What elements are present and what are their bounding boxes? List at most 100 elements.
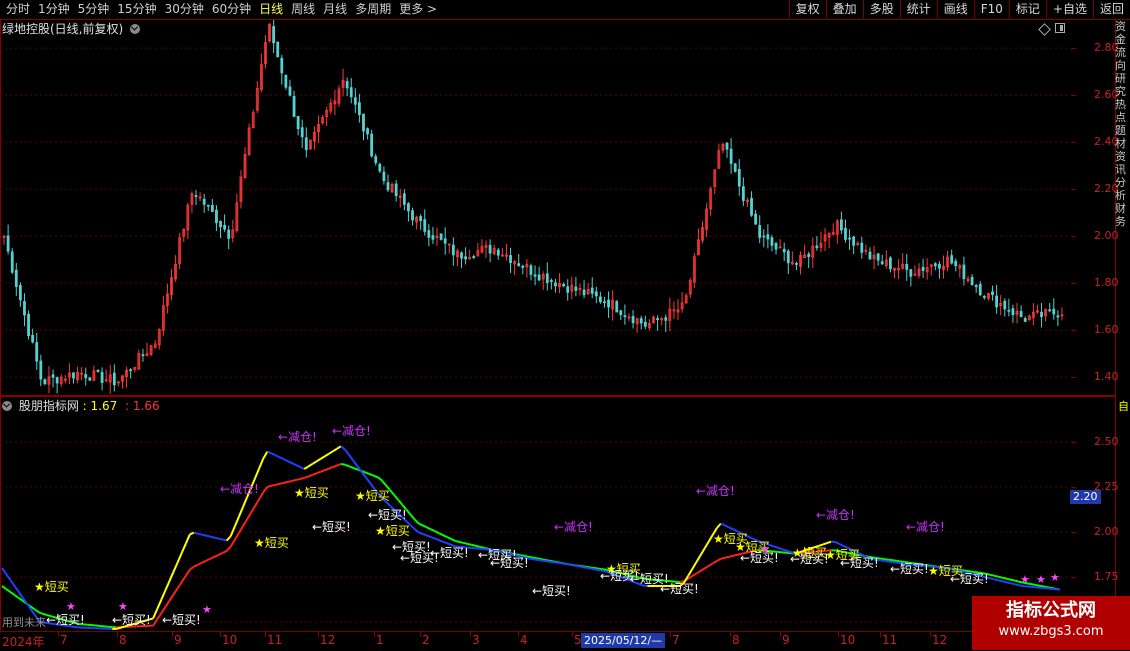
month-label-16: 12 — [932, 633, 947, 647]
period-tab-9[interactable]: 多周期 — [351, 1, 395, 18]
candle-body — [1041, 312, 1043, 316]
fast-line-segment — [827, 542, 831, 543]
month-label-11: 7 — [672, 633, 680, 647]
toolbar-action-2[interactable]: 多股 — [863, 0, 900, 18]
slow-line-segment — [227, 547, 231, 551]
buy-excl-label-13: ←短买! — [660, 582, 699, 596]
fast-line-segment — [705, 542, 709, 549]
period-tab-2[interactable]: 5分钟 — [74, 1, 114, 18]
fast-line-segment — [839, 544, 843, 546]
candlestick-chart[interactable] — [0, 20, 1070, 396]
toolbar-action-7[interactable]: +自选 — [1046, 0, 1093, 18]
month-label-3: 10 — [222, 633, 237, 647]
slow-line-segment — [378, 477, 382, 480]
period-tab-8[interactable]: 月线 — [319, 1, 351, 18]
month-label-8: 3 — [472, 633, 480, 647]
slow-line-segment — [292, 480, 296, 481]
candle-body — [97, 370, 99, 371]
slow-line-segment — [349, 466, 353, 468]
slow-line-segment — [259, 492, 263, 499]
fast-line-segment — [317, 459, 321, 462]
candle-body — [395, 184, 397, 196]
magenta-star-0: ★ — [66, 600, 76, 613]
month-label-5: 12 — [320, 633, 335, 647]
candle-body — [354, 98, 356, 105]
candle-body — [1004, 301, 1006, 309]
fast-line-segment — [427, 536, 431, 538]
slow-line-segment — [263, 487, 267, 492]
fast-line-segment — [447, 543, 451, 545]
reduce-label-0: ←减仓! — [278, 430, 317, 444]
candle-body — [575, 287, 577, 290]
fast-line-segment — [733, 529, 737, 531]
fast-line-segment — [562, 563, 566, 564]
toolbar-action-3[interactable]: 统计 — [900, 0, 937, 18]
right-side-tabs[interactable]: 资金流向研究热点题材资讯分析财务 — [1115, 20, 1130, 390]
period-tab-7[interactable]: 周线 — [287, 1, 319, 18]
candle-body — [665, 318, 667, 321]
slow-line-segment — [223, 551, 227, 553]
slow-line-segment — [390, 490, 394, 495]
toolbar-action-4[interactable]: 画线 — [937, 0, 974, 18]
fast-line-segment — [1007, 582, 1011, 583]
period-tab-5[interactable]: 60分钟 — [208, 1, 255, 18]
candle-body — [938, 264, 940, 268]
sub-y-tick-0: 2.50 — [1094, 435, 1119, 448]
fast-line-segment — [574, 565, 578, 566]
candle-body — [1053, 309, 1055, 314]
sub-y-tick-mark-3 — [1071, 577, 1076, 578]
buy-star-4: ★短买 — [375, 524, 410, 538]
period-tab-6[interactable]: 日线 — [255, 1, 287, 18]
candle-body — [738, 169, 740, 186]
fast-line-segment — [353, 461, 357, 466]
slow-line-segment — [186, 570, 190, 576]
fast-line-segment — [349, 455, 353, 460]
slow-line-segment — [529, 557, 533, 558]
candle-body — [971, 277, 973, 285]
candle-body — [44, 380, 46, 384]
month-label-9: 4 — [520, 633, 528, 647]
candle-body — [220, 221, 222, 226]
toolbar-actions: 复权叠加多股统计画线F10标记+自选返回 — [789, 0, 1130, 18]
date-axis: 2024年 2025/05/12/— 789101112123457891011… — [0, 631, 1130, 651]
candle-body — [861, 243, 863, 252]
fast-line-segment — [594, 569, 598, 570]
candle-body — [996, 296, 998, 307]
indicator-chart[interactable]: ★短买★短买★短买★短买★短买★短买★短买★短买★短买★短买★短买←短买!←短买… — [0, 397, 1070, 631]
toolbar-action-0[interactable]: 复权 — [789, 0, 826, 18]
period-tab-3[interactable]: 15分钟 — [113, 1, 160, 18]
candle-body — [849, 238, 851, 239]
fast-line-segment — [255, 468, 259, 478]
candle-body — [228, 230, 230, 238]
slow-line-segment — [333, 466, 337, 468]
magenta-star-2: ★ — [202, 603, 212, 616]
candle-body — [844, 228, 846, 239]
fast-line-segment — [206, 536, 210, 537]
period-tab-0[interactable]: 分时 — [2, 1, 34, 18]
slow-line-segment — [235, 533, 239, 540]
candle-body — [28, 314, 30, 335]
candle-body — [142, 355, 144, 356]
fast-line-segment — [116, 628, 120, 629]
toolbar-action-1[interactable]: 叠加 — [826, 0, 863, 18]
candle-body — [1049, 310, 1051, 311]
candle-body — [583, 290, 585, 295]
toolbar-action-8[interactable]: 返回 — [1093, 0, 1130, 18]
slow-line-segment — [533, 558, 537, 559]
slow-line-segment — [288, 481, 292, 482]
candle-body — [767, 235, 769, 239]
slow-line-segment — [439, 533, 443, 535]
candle-body — [19, 285, 21, 299]
right-side-sub-tab[interactable]: 自 — [1118, 398, 1129, 414]
candle-body — [207, 205, 209, 206]
slow-line-segment — [705, 566, 709, 569]
toolbar-action-6[interactable]: 标记 — [1009, 0, 1046, 18]
candle-body — [983, 296, 985, 297]
candle-body — [554, 283, 556, 286]
period-tab-1[interactable]: 1分钟 — [34, 1, 74, 18]
fast-line-segment — [280, 457, 284, 459]
period-tab-10[interactable]: 更多 > — [395, 1, 441, 18]
toolbar-action-5[interactable]: F10 — [974, 0, 1009, 18]
candle-body — [215, 210, 217, 222]
period-tab-4[interactable]: 30分钟 — [161, 1, 208, 18]
